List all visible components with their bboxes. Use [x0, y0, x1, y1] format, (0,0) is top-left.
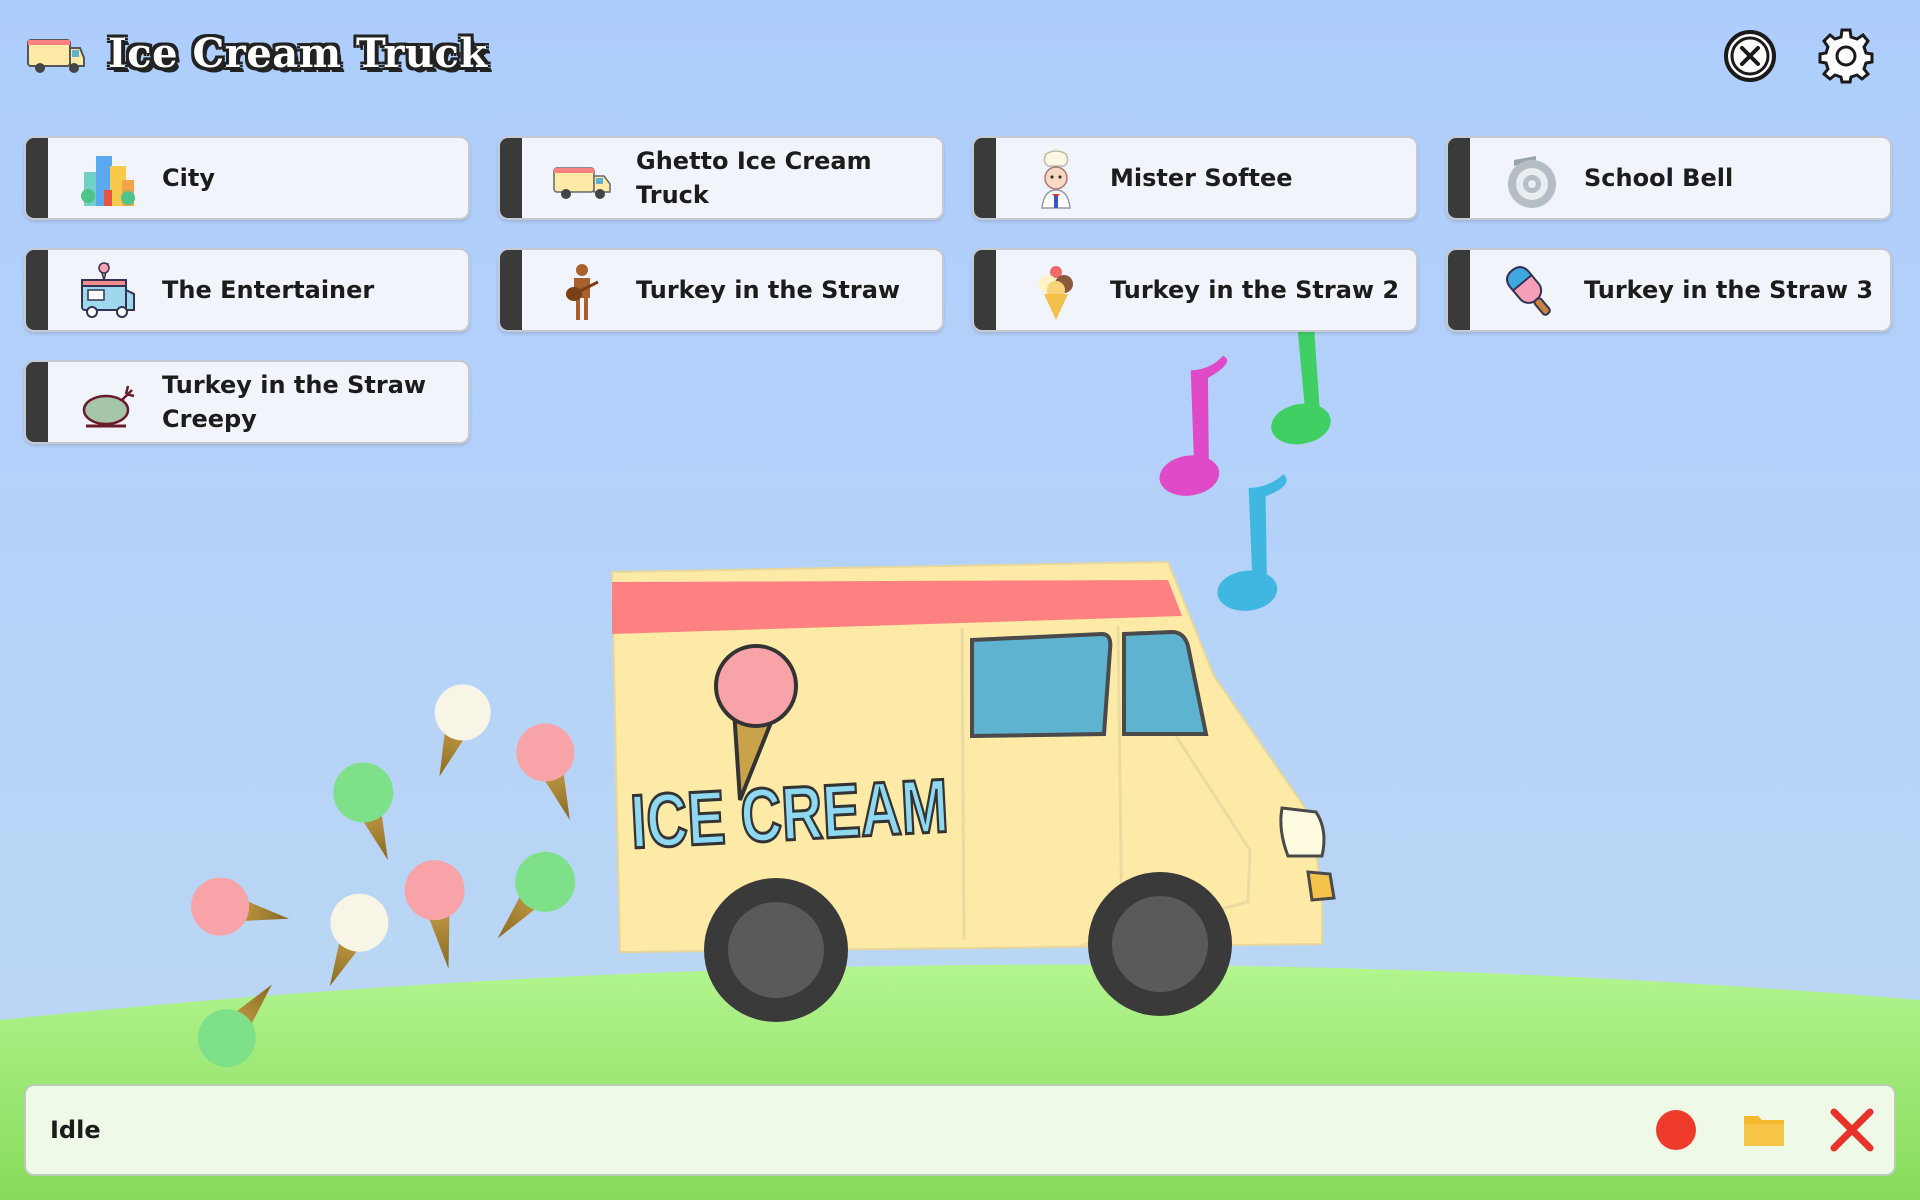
- button-accent-stripe: [1448, 138, 1470, 218]
- sound-label: Turkey in the Straw 2: [1110, 276, 1400, 304]
- app-header: Ice Cream Truck: [0, 0, 1920, 110]
- bell-icon: [1508, 156, 1556, 208]
- ice-cream-cone-icon: [1039, 266, 1073, 320]
- ice-cream-truck-icon: [553, 167, 611, 199]
- circle-x-icon: [1724, 30, 1776, 82]
- sound-button-mister-softee[interactable]: Mister Softee: [972, 136, 1418, 220]
- flying-cone: [333, 762, 394, 861]
- close-x-icon: [1830, 1108, 1874, 1152]
- app-title: Ice Cream Truck: [108, 30, 488, 77]
- sound-label: School Bell: [1584, 164, 1734, 192]
- button-accent-stripe: [974, 250, 996, 330]
- flying-cone: [497, 851, 576, 939]
- flying-cone: [404, 860, 465, 969]
- sound-button-school-bell[interactable]: School Bell: [1446, 136, 1892, 220]
- sound-button-turkey-in-the-straw-3[interactable]: Turkey in the Straw 3: [1446, 248, 1892, 332]
- sound-button-city[interactable]: City: [24, 136, 470, 220]
- flying-cone: [329, 893, 389, 987]
- sound-label: The Entertainer: [162, 276, 375, 304]
- button-accent-stripe: [500, 138, 522, 218]
- button-accent-stripe: [26, 362, 48, 442]
- flying-cone: [197, 984, 272, 1068]
- sound-button-turkey-in-the-straw-creepy[interactable]: Turkey in the Straw Creepy: [24, 360, 470, 444]
- button-accent-stripe: [26, 250, 48, 330]
- city-buildings-icon: [81, 156, 135, 206]
- open-folder-button[interactable]: [1740, 1106, 1788, 1154]
- sound-button-turkey-in-the-straw-2[interactable]: Turkey in the Straw 2: [972, 248, 1418, 332]
- music-note-pink: [1159, 355, 1227, 496]
- sound-label: City: [162, 164, 215, 192]
- folder-icon: [1744, 1116, 1784, 1146]
- sound-label: Turkey in the Straw: [636, 276, 901, 304]
- button-accent-stripe: [1448, 250, 1470, 330]
- sound-label: Mister Softee: [1110, 164, 1293, 192]
- guitarist-icon: [566, 264, 599, 320]
- button-accent-stripe: [500, 250, 522, 330]
- flying-cone: [191, 877, 290, 936]
- flying-cone: [516, 723, 575, 821]
- sound-label: Turkey in the Straw 3: [1584, 276, 1874, 304]
- sound-label: Turkey in the Straw Creepy: [162, 371, 427, 433]
- record-icon: [1656, 1110, 1696, 1150]
- food-truck-icon: [81, 262, 135, 318]
- roast-turkey-icon: [82, 385, 135, 428]
- sound-button-ghetto-ice-cream-truck[interactable]: Ghetto Ice Cream Truck: [498, 136, 944, 220]
- status-bar: Idle: [24, 1084, 1896, 1176]
- mister-softee-icon: [1041, 150, 1071, 209]
- sound-button-the-entertainer[interactable]: The Entertainer: [24, 248, 470, 332]
- status-text: Idle: [50, 1116, 101, 1144]
- ice-cream-truck-illustration: [610, 560, 1336, 1022]
- popsicle-icon: [1506, 266, 1551, 316]
- stop-button[interactable]: [1828, 1106, 1876, 1154]
- close-app-button[interactable]: [1722, 28, 1778, 84]
- record-button[interactable]: [1652, 1106, 1700, 1154]
- sound-label: Ghetto Ice Cream Truck: [636, 147, 872, 209]
- flying-cone: [434, 684, 491, 777]
- gear-icon: [1818, 28, 1874, 84]
- button-accent-stripe: [26, 138, 48, 218]
- truck-sign-text: ICE CREAM: [628, 763, 950, 865]
- button-accent-stripe: [974, 138, 996, 218]
- ice-cream-truck-icon: [27, 39, 85, 73]
- sound-button-turkey-in-the-straw[interactable]: Turkey in the Straw: [498, 248, 944, 332]
- settings-button[interactable]: [1818, 28, 1874, 84]
- music-note-blue: [1217, 474, 1287, 611]
